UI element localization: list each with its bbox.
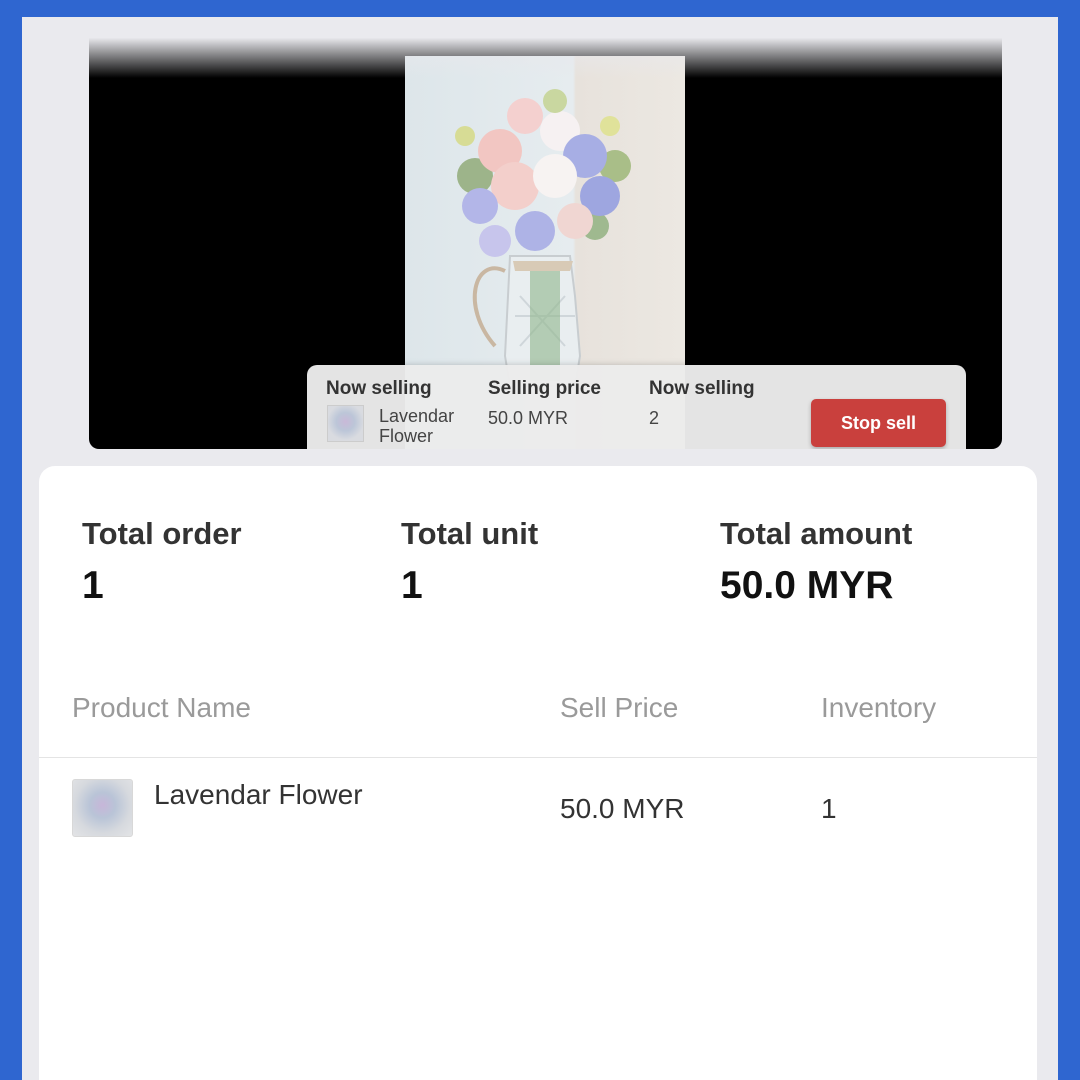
row-inventory: 1	[821, 793, 837, 824]
column-header-inventory[interactable]: Inventory	[821, 692, 936, 724]
live-video-preview: Now selling Lavendar Flower Selling pric…	[89, 38, 1002, 449]
now-selling-bar: Now selling Lavendar Flower Selling pric…	[307, 365, 966, 449]
now-selling-column: Now selling	[326, 378, 432, 400]
selling-price-label: Selling price	[488, 378, 601, 399]
now-selling-label: Now selling	[326, 378, 432, 399]
selling-price-value: 50.0 MYR	[488, 408, 569, 428]
stat-value: 1	[82, 564, 104, 607]
stat-label: Total amount	[720, 516, 913, 551]
now-selling-product-name: Lavendar Flower	[379, 406, 455, 446]
row-product-name: Lavendar Flower	[154, 779, 363, 810]
now-selling-count-label: Now selling	[649, 378, 755, 399]
stat-total-unit: Total unit 1	[401, 516, 538, 608]
stat-value: 1	[401, 564, 423, 607]
column-header-product-name[interactable]: Product Name	[72, 692, 251, 724]
selling-price-column: Selling price 50.0 MYR	[488, 378, 601, 429]
stat-value: 50.0 MYR	[720, 564, 894, 607]
stop-sell-button[interactable]: Stop sell	[811, 399, 946, 447]
stat-total-order: Total order 1	[82, 516, 242, 608]
now-selling-count-column: Now selling 2	[649, 378, 755, 429]
now-selling-count-value: 2	[649, 408, 660, 428]
row-sell-price: 50.0 MYR	[560, 793, 685, 824]
stat-total-amount: Total amount 50.0 MYR	[720, 516, 912, 608]
table-divider	[39, 757, 1037, 758]
product-thumbnail-small	[327, 405, 364, 442]
sales-summary-card: Total order 1 Total unit 1 Total amount …	[39, 466, 1037, 1080]
video-top-fade	[89, 38, 1002, 78]
product-thumbnail	[72, 779, 133, 837]
stat-label: Total order	[82, 516, 242, 551]
stat-label: Total unit	[401, 516, 539, 551]
column-header-sell-price[interactable]: Sell Price	[560, 692, 678, 724]
